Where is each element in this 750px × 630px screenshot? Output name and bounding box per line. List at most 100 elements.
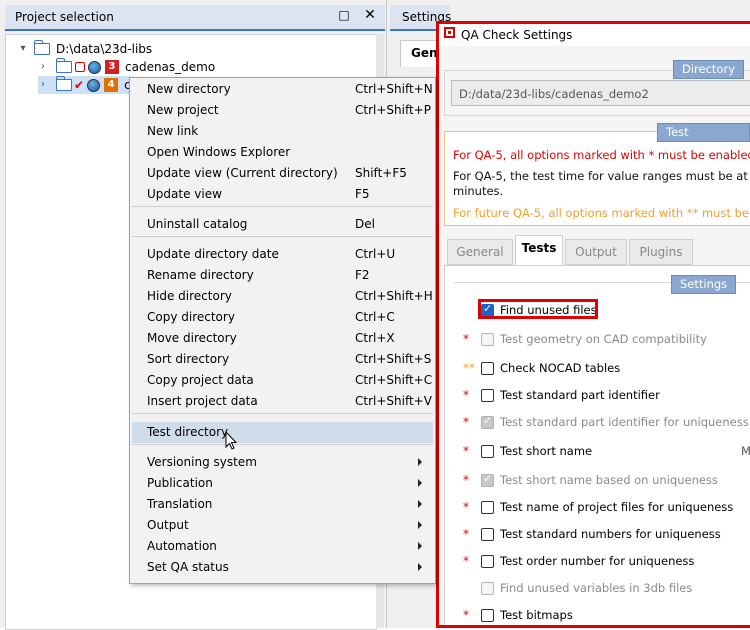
menu-item-shortcut: F2	[355, 268, 370, 282]
option-row[interactable]: ** Check NOCAD tables	[439, 358, 750, 380]
menu-item-shortcut: Ctrl+Shift+P	[355, 103, 431, 117]
option-row[interactable]: * Test order number for uniqueness	[439, 551, 750, 573]
option-row[interactable]: * Test standard numbers for uniqueness	[439, 524, 750, 546]
app-icon	[444, 27, 455, 38]
globe-icon	[87, 78, 101, 92]
option-checkbox	[481, 333, 494, 346]
dialog-titlebar: QA Check Settings	[439, 24, 750, 46]
chevron-down-icon[interactable]: ▾	[18, 44, 28, 54]
menu-item[interactable]: Update view F5	[132, 184, 433, 205]
required-marker: *	[463, 444, 469, 458]
menu-item[interactable]: Copy directory Ctrl+C	[132, 307, 433, 328]
option-checkbox[interactable]	[481, 501, 494, 514]
highlight-frame	[478, 299, 598, 319]
option-row[interactable]: * Test bitmaps	[439, 605, 750, 625]
option-label: Test standard part identifier	[500, 388, 660, 402]
menu-item[interactable]: Uninstall catalog Del	[132, 214, 433, 235]
option-row[interactable]: Find unused variables in 3db files	[439, 578, 750, 600]
menu-item-label: Versioning system	[147, 455, 257, 469]
menu-item[interactable]: New link	[132, 121, 433, 142]
option-row[interactable]: * Test short name based on uniqueness	[439, 470, 750, 492]
menu-item[interactable]: Move directory Ctrl+X	[132, 328, 433, 349]
option-label: Check NOCAD tables	[500, 361, 621, 375]
menu-item-label: Update directory date	[147, 247, 279, 261]
menu-item[interactable]: Update view (Current directory) Shift+F5	[132, 163, 433, 184]
qa5-time-note-cont: minutes.	[453, 184, 504, 198]
menu-item-shortcut: Ctrl+Shift+S	[355, 352, 432, 366]
tab-plugins[interactable]: Plugins	[629, 239, 693, 265]
close-icon[interactable]: ✕	[363, 7, 377, 23]
menu-item[interactable]: New project Ctrl+Shift+P	[132, 100, 433, 121]
context-menu: New directory Ctrl+Shift+N New project Ctrl…	[129, 77, 436, 584]
qa5-time-note: For QA-5, the test time for value ranges…	[453, 169, 750, 183]
submenu-arrow-icon	[418, 479, 422, 487]
required-marker: *	[463, 554, 469, 568]
option-checkbox[interactable]	[481, 445, 494, 458]
menu-item-label: Update view (Current directory)	[147, 166, 338, 180]
directory-group-title: Directory	[673, 60, 745, 79]
menu-item-label: New directory	[147, 82, 231, 96]
menu-item[interactable]: Update directory date Ctrl+U	[132, 244, 433, 265]
menu-item[interactable]: Output	[132, 515, 433, 536]
option-checkbox[interactable]	[481, 528, 494, 541]
option-label: Test geometry on CAD compatibility	[500, 332, 707, 346]
option-row[interactable]: * Test name of project files for uniquene…	[439, 497, 750, 519]
menu-item-label: Move directory	[147, 331, 237, 345]
menu-item-shortcut: Ctrl+C	[355, 310, 395, 324]
maximize-icon[interactable]: □	[337, 8, 351, 22]
menu-item[interactable]: Rename directory F2	[132, 265, 433, 286]
option-checkbox[interactable]	[481, 389, 494, 402]
option-row[interactable]: * Test standard part identifier	[439, 385, 750, 407]
folder-icon	[56, 76, 72, 91]
submenu-arrow-icon	[418, 521, 422, 529]
menu-separator	[132, 236, 433, 237]
option-row[interactable]: * Test geometry on CAD compatibility	[439, 329, 750, 351]
submenu-arrow-icon	[418, 458, 422, 466]
option-checkbox	[481, 582, 494, 595]
status-badge: 3	[105, 60, 119, 74]
menu-item-label: Test directory	[147, 425, 229, 439]
menu-item[interactable]: Set QA status	[132, 557, 433, 578]
tree-row-root[interactable]: ▾ D:\data\23d-libs	[18, 40, 152, 58]
menu-item[interactable]: Test directory	[132, 422, 433, 443]
tab-general[interactable]: General	[447, 239, 513, 265]
menu-item[interactable]: Sort directory Ctrl+Shift+S	[132, 349, 433, 370]
menu-item-label: Sort directory	[147, 352, 230, 366]
chevron-right-icon[interactable]: ›	[38, 80, 48, 90]
project-selection-header: Project selection □ ✕	[5, 5, 385, 31]
menu-item[interactable]: Copy project data Ctrl+Shift+C	[132, 370, 433, 391]
menu-item[interactable]: Open Windows Explorer	[132, 142, 433, 163]
menu-item[interactable]: Translation	[132, 494, 433, 515]
menu-item-label: Copy project data	[147, 373, 254, 387]
menu-item[interactable]: Publication	[132, 473, 433, 494]
tree-row-selected[interactable]: › ✔ 4 c	[38, 76, 131, 94]
option-checkbox[interactable]	[481, 362, 494, 375]
option-checkbox[interactable]	[481, 609, 494, 622]
menu-item[interactable]: Automation	[132, 536, 433, 557]
option-checkbox	[481, 414, 494, 429]
globe-icon	[88, 60, 101, 74]
mouse-cursor-icon	[225, 431, 238, 450]
menu-item-shortcut: Ctrl+U	[355, 247, 396, 261]
option-row[interactable]: * Test short name	[439, 441, 750, 463]
qa-check-settings-dialog: QA Check Settings Directory D:/data/23d-…	[436, 21, 750, 628]
option-label: Test short name based on uniqueness	[500, 473, 718, 487]
menu-item[interactable]: Versioning system	[132, 452, 433, 473]
menu-item[interactable]: Insert project data Ctrl+Shift+V	[132, 391, 433, 412]
tab-output[interactable]: Output	[565, 239, 627, 265]
menu-item[interactable]: Hide directory Ctrl+Shift+H	[132, 286, 433, 307]
qa5-required-note: For QA-5, all options marked with * must…	[453, 148, 750, 162]
menu-item-label: Set QA status	[147, 560, 229, 574]
chevron-right-icon[interactable]: ›	[38, 62, 48, 72]
menu-item-label: Open Windows Explorer	[147, 145, 291, 159]
menu-item-label: Uninstall catalog	[147, 217, 248, 231]
option-checkbox[interactable]	[481, 555, 494, 568]
truncated-label: M	[741, 444, 750, 458]
required-marker: *	[463, 608, 469, 622]
required-marker: **	[463, 361, 475, 375]
menu-item[interactable]: New directory Ctrl+Shift+N	[132, 79, 433, 100]
tab-tests[interactable]: Tests	[515, 235, 563, 265]
option-row[interactable]: * Test standard part identifier for uniqu…	[439, 412, 750, 434]
tree-row-cadenas-demo[interactable]: › 3 cadenas_demo	[38, 58, 215, 76]
tree-item-label: cadenas_demo	[125, 60, 216, 74]
